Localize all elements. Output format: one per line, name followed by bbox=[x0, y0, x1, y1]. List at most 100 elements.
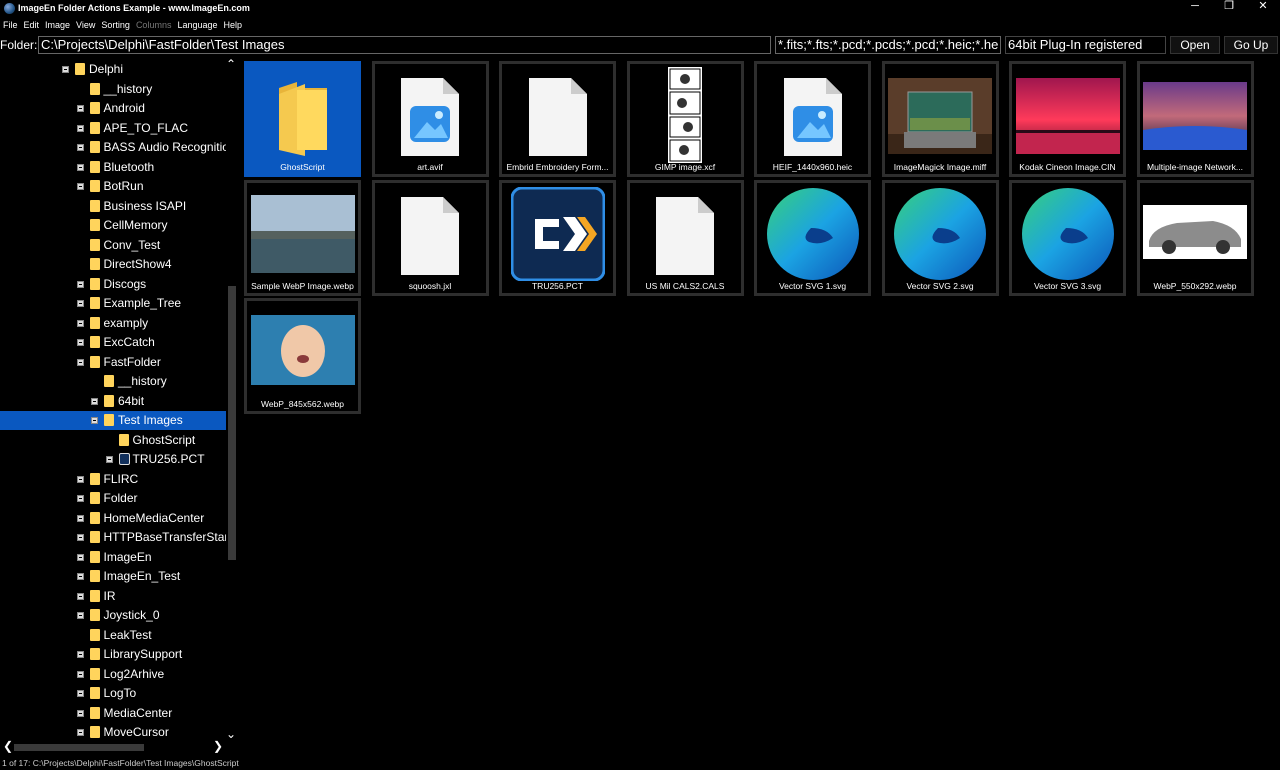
expand-toggle-icon[interactable] bbox=[76, 573, 84, 580]
file-tile[interactable]: Vector SVG 2.svg bbox=[881, 179, 999, 296]
tree-item[interactable]: __history bbox=[0, 80, 226, 99]
menu-view[interactable]: View bbox=[73, 18, 98, 33]
menu-help[interactable]: Help bbox=[221, 18, 246, 33]
folder-tree[interactable]: Delphi __history Android APE_TO_FLAC BASS Au… bbox=[0, 58, 238, 756]
expand-toggle-icon[interactable] bbox=[76, 592, 84, 600]
expand-toggle-icon[interactable] bbox=[76, 105, 84, 112]
menu-columns[interactable]: Columns bbox=[133, 18, 175, 33]
expand-toggle-icon[interactable] bbox=[76, 183, 84, 190]
file-tile[interactable]: Kodak Cineon Image.CIN bbox=[1009, 61, 1126, 177]
tree-item[interactable]: Joystick_0 bbox=[0, 606, 226, 625]
tree-item[interactable]: LibrarySupport bbox=[0, 645, 226, 664]
expand-toggle-icon[interactable] bbox=[62, 66, 69, 73]
expand-toggle-icon[interactable] bbox=[76, 475, 84, 483]
minimize-button[interactable]: ─ bbox=[1178, 0, 1212, 14]
file-tile[interactable]: Vector SVG 3.svg bbox=[1009, 179, 1126, 296]
tree-item[interactable]: HomeMediaCenter bbox=[0, 509, 226, 528]
tree-item[interactable]: DirectShow4 bbox=[0, 255, 226, 274]
file-tile[interactable]: Embrid Embroidery Form... bbox=[499, 61, 616, 177]
folder-path-input[interactable]: C:\Projects\Delphi\FastFolder\Test Image… bbox=[38, 36, 771, 54]
tree-item[interactable]: Conv_Test bbox=[0, 236, 226, 255]
scroll-thumb-horizontal[interactable] bbox=[14, 744, 144, 751]
tree-item[interactable]: ExcCatch bbox=[0, 333, 226, 352]
open-button[interactable]: Open bbox=[1170, 36, 1220, 54]
file-tile[interactable]: TRU256.PCT bbox=[499, 179, 616, 296]
scroll-up-icon[interactable]: ⌃ bbox=[226, 58, 236, 70]
file-tile[interactable]: Multiple-image Network... bbox=[1136, 61, 1254, 177]
file-tile[interactable]: GhostScript bbox=[244, 61, 361, 177]
expand-toggle-icon[interactable] bbox=[76, 300, 84, 307]
file-tile[interactable]: art.avif bbox=[371, 61, 489, 177]
expand-toggle-icon[interactable] bbox=[76, 163, 84, 171]
expand-toggle-icon[interactable] bbox=[76, 514, 84, 522]
file-filter-input[interactable]: *.fits;*.fts;*.pcd;*.pcds;*.pcd;*.heic;*… bbox=[775, 36, 1001, 54]
scroll-right-icon[interactable]: ❯ bbox=[213, 740, 223, 752]
expand-toggle-icon[interactable] bbox=[76, 690, 84, 697]
tree-item[interactable]: __history bbox=[0, 372, 226, 391]
expand-toggle-icon[interactable] bbox=[76, 709, 84, 717]
tree-item[interactable]: CellMemory bbox=[0, 216, 226, 235]
tree-item[interactable]: 64bit bbox=[0, 392, 226, 411]
file-tile[interactable]: ImageMagick Image.miff bbox=[881, 61, 999, 177]
expand-toggle-icon[interactable] bbox=[76, 319, 84, 327]
tree-item[interactable]: HTTPBaseTransferStart bbox=[0, 528, 232, 547]
expand-toggle-icon[interactable] bbox=[76, 280, 84, 288]
tree-horizontal-scrollbar[interactable]: ❮ ❯ bbox=[0, 740, 226, 754]
file-tile[interactable]: squoosh.jxl bbox=[371, 179, 489, 296]
expand-toggle-icon[interactable] bbox=[76, 124, 84, 132]
expand-toggle-icon[interactable] bbox=[76, 339, 84, 346]
scroll-down-icon[interactable]: ⌄ bbox=[226, 728, 236, 740]
expand-toggle-icon[interactable] bbox=[76, 670, 84, 678]
file-tile[interactable]: GIMP image.xcf bbox=[626, 61, 744, 177]
go-up-button[interactable]: Go Up bbox=[1224, 36, 1278, 54]
expand-toggle-icon[interactable] bbox=[76, 358, 84, 366]
expand-toggle-icon[interactable] bbox=[76, 553, 84, 561]
tree-item[interactable]: TRU256.PCT bbox=[0, 450, 226, 469]
expand-toggle-icon[interactable] bbox=[76, 534, 84, 541]
tree-item[interactable]: IR bbox=[0, 587, 226, 606]
tree-item[interactable]: BASS Audio Recognition bbox=[0, 138, 236, 157]
file-tile[interactable]: WebP_845x562.webp bbox=[244, 298, 361, 414]
tree-item[interactable]: Delphi bbox=[0, 60, 226, 79]
menu-image[interactable]: Image bbox=[42, 18, 73, 33]
expand-toggle-icon[interactable] bbox=[76, 612, 84, 619]
menu-sorting[interactable]: Sorting bbox=[98, 18, 133, 33]
expand-toggle-icon[interactable] bbox=[76, 651, 84, 658]
tree-item[interactable]: Log2Arhive bbox=[0, 665, 226, 684]
tree-vertical-scrollbar[interactable]: ⌃ ⌄ bbox=[226, 58, 238, 742]
tree-item[interactable]: ImageEn bbox=[0, 548, 226, 567]
expand-toggle-icon[interactable] bbox=[76, 495, 84, 502]
menu-edit[interactable]: Edit bbox=[21, 18, 43, 33]
tree-item[interactable]: LeakTest bbox=[0, 626, 226, 645]
tree-item[interactable]: Business ISAPI bbox=[0, 197, 226, 216]
scroll-thumb[interactable] bbox=[228, 286, 236, 560]
menu-file[interactable]: File bbox=[0, 18, 21, 33]
menu-language[interactable]: Language bbox=[174, 18, 220, 33]
tree-item[interactable]: Bluetooth bbox=[0, 158, 226, 177]
tree-item[interactable]: Android bbox=[0, 99, 226, 118]
tree-item[interactable]: MediaCenter bbox=[0, 704, 226, 723]
tree-item[interactable]: GhostScript bbox=[0, 431, 226, 450]
scroll-left-icon[interactable]: ❮ bbox=[3, 740, 13, 752]
file-tile[interactable]: Vector SVG 1.svg bbox=[754, 179, 871, 296]
tree-item[interactable]: BotRun bbox=[0, 177, 226, 196]
expand-toggle-icon[interactable] bbox=[91, 417, 98, 424]
tree-item[interactable]: Folder bbox=[0, 489, 226, 508]
tree-item[interactable]: APE_TO_FLAC bbox=[0, 119, 226, 138]
maximize-button[interactable]: ❐ bbox=[1212, 0, 1246, 14]
expand-toggle-icon[interactable] bbox=[91, 397, 98, 405]
file-tile[interactable]: HEIF_1440x960.heic bbox=[754, 61, 871, 177]
file-tile[interactable]: US Mil CALS2.CALS bbox=[626, 179, 744, 296]
tree-item[interactable]: FastFolder bbox=[0, 353, 226, 372]
file-tile[interactable]: Sample WebP Image.webp bbox=[244, 179, 361, 296]
expand-toggle-icon[interactable] bbox=[76, 144, 84, 151]
tree-item[interactable]: Discogs bbox=[0, 275, 226, 294]
tree-item[interactable]: FLIRC bbox=[0, 470, 226, 489]
close-button[interactable]: ✕ bbox=[1246, 0, 1280, 14]
tree-item[interactable]: ImageEn_Test bbox=[0, 567, 226, 586]
expand-toggle-icon[interactable] bbox=[76, 729, 84, 736]
file-tile[interactable]: WebP_550x292.webp bbox=[1136, 179, 1254, 296]
tree-item[interactable]: Test Images bbox=[0, 411, 226, 430]
tree-item[interactable]: Example_Tree bbox=[0, 294, 226, 313]
tree-item[interactable]: LogTo bbox=[0, 684, 226, 703]
